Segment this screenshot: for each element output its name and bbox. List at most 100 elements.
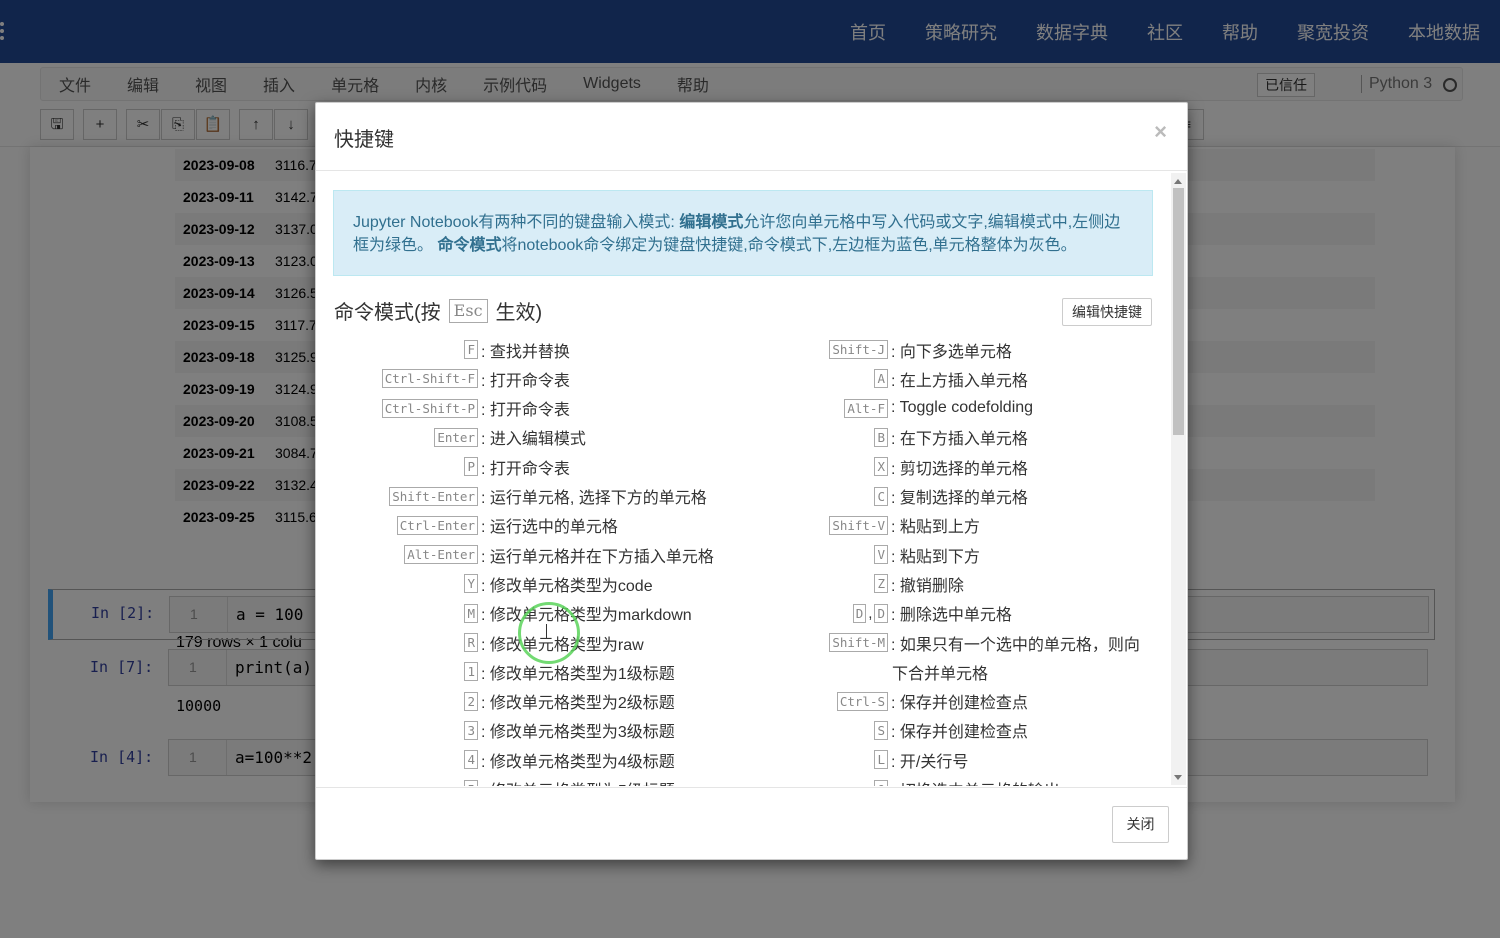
shortcut-row: Z: 撤销删除: [726, 569, 964, 598]
shortcut-key: X: [874, 457, 888, 477]
shortcut-row: 4: 修改单元格类型为4级标题: [316, 745, 675, 774]
shortcut-description: : 查找并替换: [481, 343, 570, 361]
shortcut-key: L: [874, 750, 888, 770]
shortcut-description: : 删除选中单元格: [891, 607, 1012, 625]
shortcut-row: Y: 修改单元格类型为code: [316, 569, 653, 598]
shortcut-row: M: 修改单元格类型为markdown: [316, 599, 692, 628]
shortcut-row-continuation: 下合并单元格: [892, 657, 988, 686]
shortcut-description: : 运行单元格并在下方插入单元格: [481, 548, 714, 566]
shortcut-description: : 保存并创建检查点: [891, 724, 1028, 742]
shortcut-description: : 如果只有一个选中的单元格，则向: [891, 636, 1140, 654]
shortcut-key: Shift-Enter: [389, 486, 478, 506]
shortcut-row: Alt-Enter: 运行单元格并在下方插入单元格: [316, 540, 714, 569]
shortcut-description: : 修改单元格类型为2级标题: [481, 695, 675, 713]
close-icon[interactable]: ×: [1154, 119, 1167, 145]
shortcut-description: : 向下多选单元格: [891, 343, 1012, 361]
shortcut-description: : 打开命令表: [481, 460, 570, 478]
shortcut-key: R: [464, 633, 478, 652]
shortcut-row: B: 在下方插入单元格: [726, 423, 1028, 452]
shortcut-row: R: 修改单元格类型为raw: [316, 628, 644, 657]
shortcut-key: 5: [464, 779, 478, 786]
shortcut-key: Alt-F: [844, 398, 888, 418]
shortcut-row: Shift-Enter: 运行单元格, 选择下方的单元格: [316, 482, 707, 511]
shortcut-row: F: 查找并替换: [316, 335, 570, 364]
shortcut-row: Enter: 进入编辑模式: [316, 423, 586, 452]
shortcut-row: V: 粘贴到下方: [726, 540, 980, 569]
shortcut-key: Shift-M: [829, 633, 888, 652]
shortcut-description: : 运行单元格, 选择下方的单元格: [481, 490, 707, 507]
shortcut-description: : 复制选择的单元格: [891, 490, 1028, 507]
shortcut-description: : Toggle codefolding: [891, 399, 1034, 417]
modal-footer: 关闭: [316, 787, 1187, 859]
shortcut-key: C: [874, 486, 888, 506]
shortcut-key: B: [874, 427, 888, 447]
shortcut-key: Ctrl-Shift-F: [381, 369, 478, 389]
shortcut-description: : 修改单元格类型为1级标题: [481, 665, 675, 683]
shortcut-key: Ctrl-Enter: [396, 515, 478, 535]
shortcuts-modal: 快捷键 × Jupyter Notebook有两种不同的键盘输入模式: 编辑模式…: [315, 102, 1188, 860]
shortcut-key: Alt-Enter: [404, 545, 478, 565]
modal-title: 快捷键: [334, 129, 394, 151]
shortcut-key: Y: [464, 574, 478, 594]
shortcut-description: : 在上方插入单元格: [891, 372, 1028, 390]
shortcut-key: 3: [464, 720, 478, 740]
shortcut-row: 3: 修改单元格类型为3级标题: [316, 716, 675, 745]
shortcut-key: 4: [464, 750, 478, 770]
shortcut-key: V: [874, 545, 888, 565]
shortcut-key: S: [874, 720, 888, 740]
shortcut-description: : 粘贴到下方: [891, 548, 980, 566]
shortcut-row: 1: 修改单元格类型为1级标题: [316, 657, 675, 686]
shortcut-key: P: [464, 457, 478, 477]
shortcut-key: Shift-J: [829, 340, 888, 359]
shortcut-description: : 开/关行号: [891, 753, 969, 771]
scrollbar-thumb[interactable]: [1173, 188, 1184, 435]
shortcut-description: : 打开命令表: [481, 402, 570, 420]
shortcut-key: Enter: [434, 427, 478, 447]
shortcut-description: : 修改单元格类型为code: [481, 577, 653, 595]
shortcut-description: : 在下方插入单元格: [891, 431, 1028, 449]
shortcut-key: Shift-V: [829, 515, 888, 535]
shortcut-row: Ctrl-Shift-F: 打开命令表: [316, 364, 570, 393]
shortcut-description: : 剪切选择的单元格: [891, 460, 1028, 478]
shortcut-row: Ctrl-Shift-P: 打开命令表: [316, 394, 570, 423]
shortcut-key: D: [852, 603, 867, 623]
shortcut-key: O: [874, 779, 888, 786]
shortcut-row: Shift-V: 粘贴到上方: [726, 511, 980, 540]
shortcut-row: Alt-F: Toggle codefolding: [726, 394, 1033, 423]
shortcut-description: : 保存并创建检查点: [891, 695, 1028, 713]
shortcut-key: A: [874, 369, 888, 389]
shortcut-key: D: [874, 603, 888, 623]
shortcut-row: Ctrl-Enter: 运行选中的单元格: [316, 511, 618, 540]
shortcut-row: X: 剪切选择的单元格: [726, 452, 1028, 481]
shortcut-row: L: 开/关行号: [726, 745, 968, 774]
shortcut-row: Shift-J: 向下多选单元格: [726, 335, 1012, 364]
shortcut-description: : 切换选中单元格的输出: [891, 777, 1060, 786]
scroll-up-icon[interactable]: [1174, 179, 1182, 184]
shortcut-description: : 撤销删除: [891, 577, 964, 595]
shortcut-row: Ctrl-S: 保存并创建检查点: [726, 687, 1028, 716]
close-button[interactable]: 关闭: [1112, 806, 1169, 843]
scroll-down-icon[interactable]: [1174, 775, 1182, 780]
shortcut-key: F: [464, 340, 478, 359]
edit-shortcuts-button[interactable]: 编辑快捷键: [1062, 298, 1152, 326]
shortcut-key: Z: [874, 574, 888, 594]
shortcut-description: : 运行选中的单元格: [481, 519, 618, 537]
shortcut-row: P: 打开命令表: [316, 452, 570, 481]
modal-body: Jupyter Notebook有两种不同的键盘输入模式: 编辑模式允许您向单元…: [316, 172, 1187, 786]
shortcut-description: : 修改单元格类型为3级标题: [481, 724, 675, 742]
shortcut-key: Ctrl-S: [836, 691, 888, 711]
shortcut-description: 下合并单元格: [892, 665, 989, 683]
shortcut-description: : 粘贴到上方: [891, 519, 980, 537]
text-cursor-icon: [546, 624, 554, 638]
shortcut-description: : 修改单元格类型为markdown: [481, 607, 692, 625]
shortcut-row: O: 切换选中单元格的输出: [726, 775, 1060, 786]
shortcut-description: : 修改单元格类型为5级标题: [481, 777, 675, 786]
modal-scrollbar[interactable]: [1171, 173, 1186, 785]
mode-info-alert: Jupyter Notebook有两种不同的键盘输入模式: 编辑模式允许您向单元…: [333, 190, 1153, 276]
shortcut-row: 2: 修改单元格类型为2级标题: [316, 687, 675, 716]
esc-key: Esc: [448, 298, 488, 323]
shortcut-key: M: [464, 603, 478, 623]
shortcut-description: : 进入编辑模式: [481, 431, 586, 449]
shortcut-row: D,D: 删除选中单元格: [726, 599, 1012, 628]
shortcut-key: 2: [464, 691, 478, 711]
